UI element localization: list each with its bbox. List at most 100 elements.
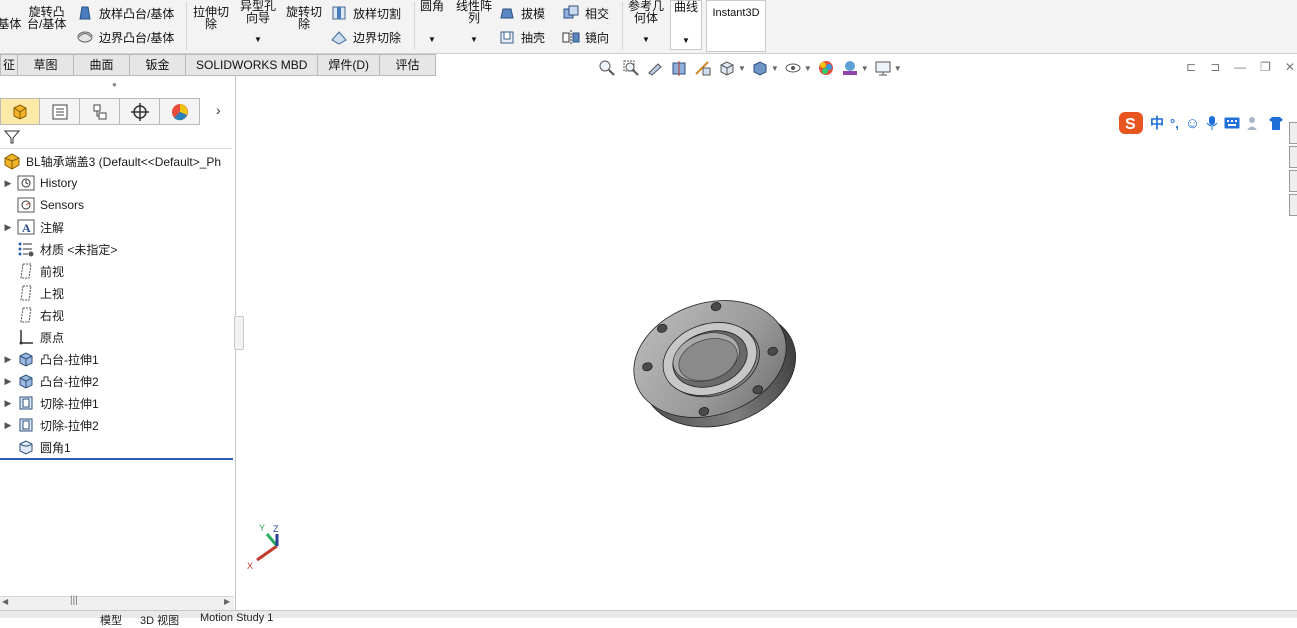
tab-model[interactable]: 模型 <box>100 612 122 628</box>
display-style-dropdown-icon[interactable]: ▼ <box>771 64 779 73</box>
tab-dimxpert-manager[interactable] <box>120 98 160 125</box>
view-settings-dropdown-icon[interactable]: ▼ <box>894 64 902 73</box>
task-pane-tab-view-palette[interactable] <box>1289 194 1297 216</box>
tree-item-1[interactable]: Sensors <box>0 194 234 216</box>
panel-grip-icon[interactable]: ● <box>112 80 117 89</box>
instant3d-button[interactable]: Instant3D <box>706 0 766 52</box>
tree-item-12[interactable]: 圆角1 <box>0 436 234 458</box>
hide-show-dropdown-icon[interactable]: ▼ <box>804 64 812 73</box>
view-settings-icon[interactable] <box>873 58 893 78</box>
next-doc-icon[interactable]: ⊐ <box>1210 60 1220 74</box>
tree-item-5[interactable]: 上视 <box>0 282 234 304</box>
curves-button[interactable]: 曲线 ▼ <box>670 0 702 50</box>
ime-voice-icon[interactable] <box>1206 115 1218 131</box>
view-orientation-icon[interactable] <box>717 58 737 78</box>
tree-item-9[interactable]: ▶ 凸台-拉伸2 <box>0 370 234 392</box>
expand-arrow-icon[interactable]: ▶ <box>0 376 16 387</box>
view-orientation-dropdown-icon[interactable]: ▼ <box>738 64 746 73</box>
tree-item-11[interactable]: ▶ 切除-拉伸2 <box>0 414 234 436</box>
scroll-left-icon[interactable]: ◀ <box>2 597 8 606</box>
apply-scene-dropdown-icon[interactable]: ▼ <box>861 64 869 73</box>
tab-3d-views[interactable]: 3D 视图 <box>140 612 179 628</box>
ime-skin-icon[interactable] <box>1268 115 1284 131</box>
tab-feature-manager[interactable] <box>0 98 40 125</box>
tree-item-8[interactable]: ▶ 凸台-拉伸1 <box>0 348 234 370</box>
shell-button[interactable]: 抽壳 <box>498 28 545 46</box>
minimize-icon[interactable]: — <box>1234 60 1246 74</box>
expand-arrow-icon[interactable]: ▶ <box>0 398 16 409</box>
tree-item-7[interactable]: 原点 <box>0 326 234 348</box>
tab-weldments[interactable]: 焊件(D) <box>318 54 381 76</box>
ime-punctuation-toggle[interactable]: °, <box>1170 116 1179 131</box>
ime-keyboard-icon[interactable] <box>1224 117 1240 129</box>
linear-pattern-dropdown-icon[interactable]: ▼ <box>456 34 492 46</box>
revolve-cut-button[interactable]: 旋转切 除 <box>286 6 322 30</box>
reference-geometry-button[interactable]: 参考几 何体 ▼ <box>628 0 664 46</box>
scroll-right-icon[interactable]: ▶ <box>224 597 230 606</box>
fillet-button[interactable]: 圆角 ▼ <box>420 0 444 46</box>
tree-item-4[interactable]: 前视 <box>0 260 234 282</box>
tree-filter-bar[interactable] <box>0 125 232 149</box>
expand-arrow-icon[interactable]: ▶ <box>0 178 16 189</box>
scroll-thumb[interactable]: ||| <box>70 595 78 606</box>
previous-doc-icon[interactable]: ⊏ <box>1186 60 1196 74</box>
loft-cut-button[interactable]: 放样切割 <box>330 4 401 22</box>
expand-arrow-icon[interactable]: ▶ <box>0 354 16 365</box>
tab-surfaces[interactable]: 曲面 <box>74 54 131 76</box>
zoom-to-area-icon[interactable] <box>621 58 641 78</box>
section-view-icon[interactable] <box>669 58 689 78</box>
extrude-boss-button[interactable]: 拉伸凸 台/基体 <box>0 6 21 30</box>
boundary-cut-button[interactable]: 边界切除 <box>330 28 401 46</box>
fillet-dropdown-icon[interactable]: ▼ <box>420 34 444 46</box>
tree-item-3[interactable]: 材质 <未指定> <box>0 238 234 260</box>
boundary-boss-button[interactable]: 边界凸台/基体 <box>76 28 174 46</box>
tree-item-2[interactable]: ▶ A 注解 <box>0 216 234 238</box>
tab-evaluate[interactable]: 评估 <box>380 54 437 76</box>
tab-configuration-manager[interactable] <box>80 98 120 125</box>
mirror-button[interactable]: 镜向 <box>562 28 609 46</box>
tab-solidworks-mbd[interactable]: SOLIDWORKS MBD <box>186 54 319 76</box>
revolve-boss-button[interactable]: 旋转凸 台/基体 <box>27 6 66 30</box>
ime-emoji-icon[interactable]: ☺ <box>1185 115 1200 132</box>
filter-icon[interactable] <box>4 129 20 145</box>
tab-features[interactable]: 征 <box>0 54 19 76</box>
tree-item-10[interactable]: ▶ 切除-拉伸1 <box>0 392 234 414</box>
restore-icon[interactable]: ❐ <box>1260 60 1271 74</box>
draft-button[interactable]: 拔模 <box>498 4 545 22</box>
previous-view-icon[interactable] <box>645 58 665 78</box>
tree-root-part[interactable]: BL轴承端盖3 (Default<<Default>_Ph <box>0 150 234 172</box>
loft-boss-button[interactable]: 放样凸台/基体 <box>76 4 174 22</box>
edit-appearance-icon[interactable] <box>816 58 836 78</box>
reference-geometry-dropdown-icon[interactable]: ▼ <box>628 34 664 46</box>
ime-user-icon[interactable] <box>1246 115 1262 131</box>
extrude-cut-button[interactable]: 拉伸切 除 <box>193 6 229 30</box>
tab-motion-study[interactable]: Motion Study 1 <box>200 612 273 624</box>
zoom-to-fit-icon[interactable] <box>597 58 617 78</box>
graphics-area[interactable]: X Y Z <box>237 76 1289 610</box>
dynamic-annotation-icon[interactable] <box>693 58 713 78</box>
expand-arrow-icon[interactable]: ▶ <box>0 420 16 431</box>
display-style-icon[interactable] <box>750 58 770 78</box>
task-pane-tab-file-explorer[interactable] <box>1289 170 1297 192</box>
curves-dropdown-icon[interactable]: ▼ <box>671 35 701 47</box>
tree-horizontal-scrollbar[interactable]: ◀ ||| ▶ <box>0 595 234 610</box>
apply-scene-icon[interactable] <box>840 58 860 78</box>
hole-wizard-button[interactable]: 异型孔 向导 ▼ <box>240 0 276 46</box>
hole-wizard-dropdown-icon[interactable]: ▼ <box>240 34 276 46</box>
ime-logo-icon[interactable]: S <box>1118 111 1144 135</box>
close-icon[interactable]: ✕ <box>1285 60 1295 74</box>
task-pane-tab-resources[interactable] <box>1289 122 1297 144</box>
tree-item-0[interactable]: ▶ History <box>0 172 234 194</box>
tab-property-manager[interactable] <box>40 98 80 125</box>
manager-tabs-next-icon[interactable]: › <box>216 102 221 118</box>
rollback-bar[interactable] <box>0 458 233 460</box>
task-pane-tab-design-library[interactable] <box>1289 146 1297 168</box>
intersect-button[interactable]: 相交 <box>562 4 609 22</box>
tab-display-manager[interactable] <box>160 98 200 125</box>
tree-item-6[interactable]: 右视 <box>0 304 234 326</box>
ime-mode-toggle[interactable]: 中 <box>1150 113 1164 133</box>
expand-arrow-icon[interactable]: ▶ <box>0 222 16 233</box>
hide-show-items-icon[interactable] <box>783 58 803 78</box>
tab-sheet-metal[interactable]: 钣金 <box>130 54 187 76</box>
linear-pattern-button[interactable]: 线性阵 列 ▼ <box>456 0 492 46</box>
